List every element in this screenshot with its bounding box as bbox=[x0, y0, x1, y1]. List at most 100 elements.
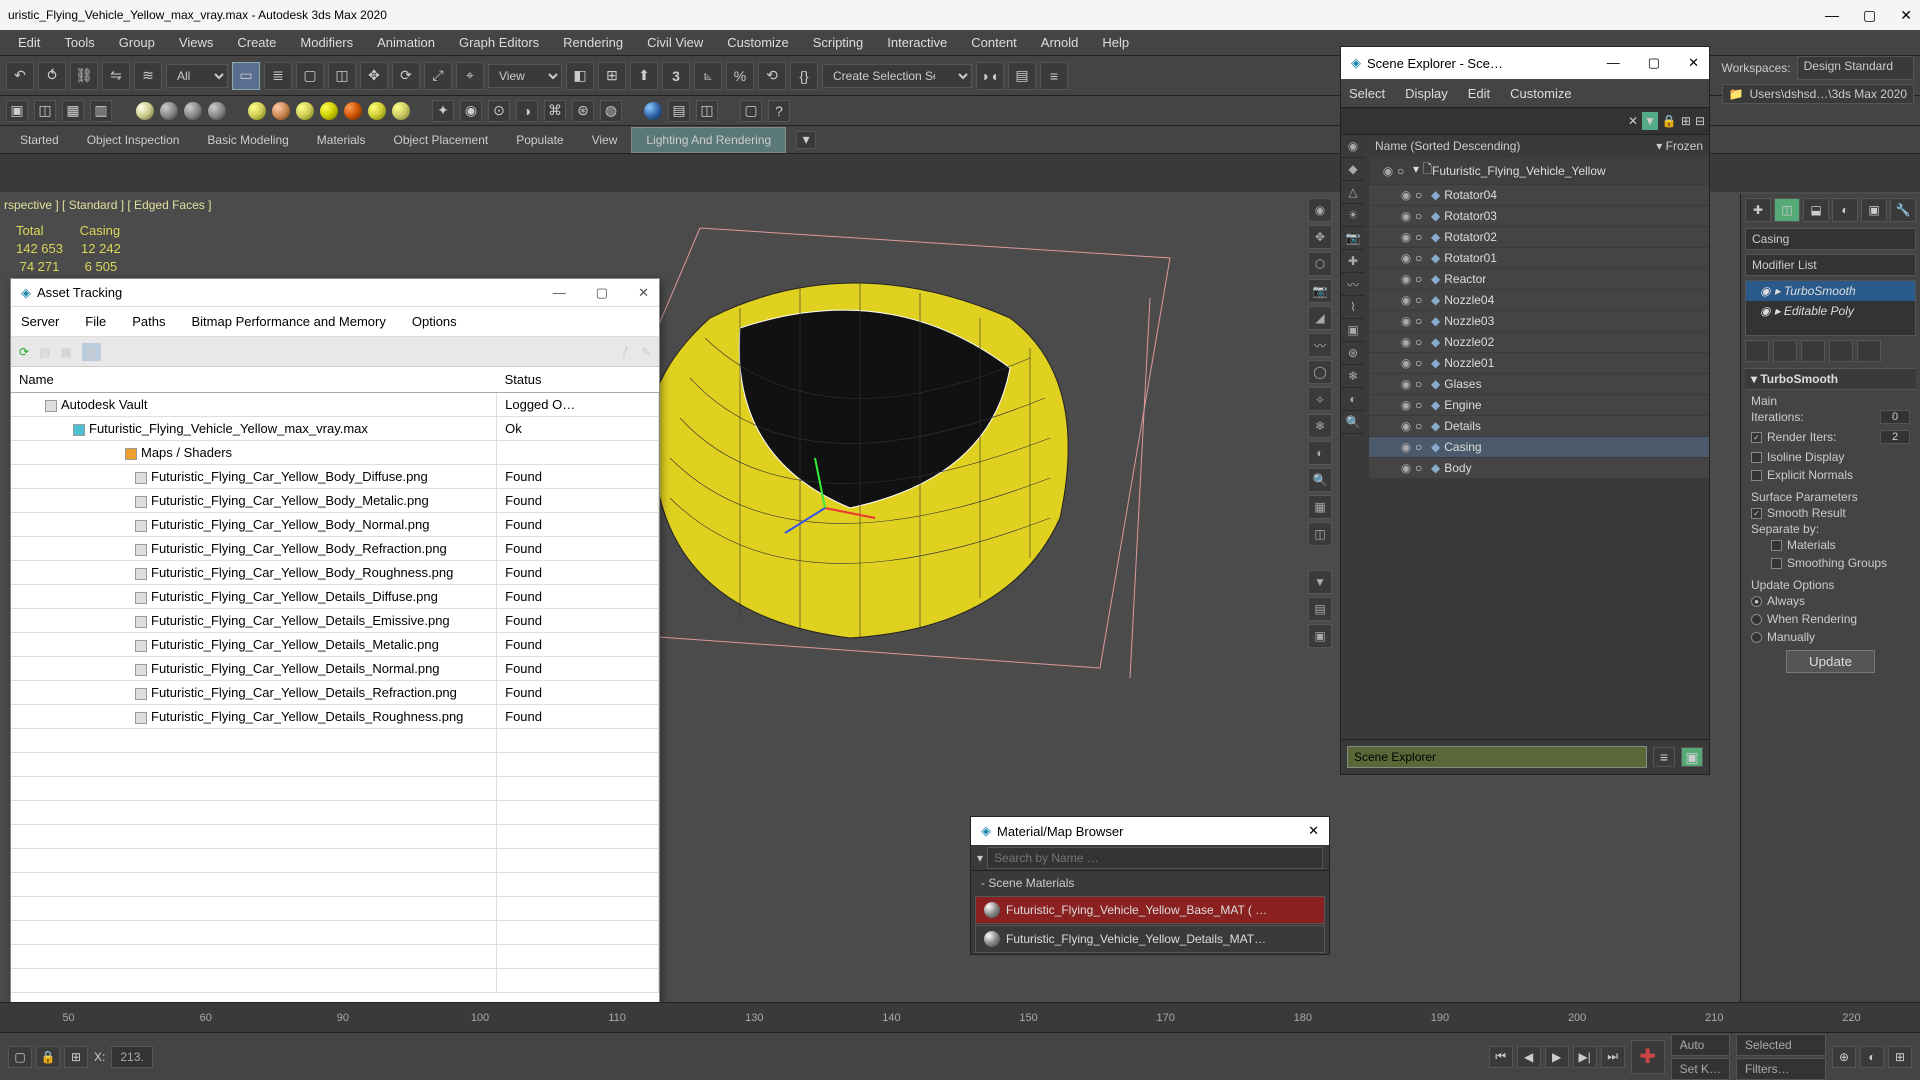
filter-cam-icon[interactable]: 📷 bbox=[1341, 227, 1365, 250]
list-icon[interactable]: ▤ bbox=[39, 345, 50, 359]
scene-item[interactable]: ◉○◆Details bbox=[1369, 416, 1709, 437]
ribbon-object-inspection[interactable]: Object Inspection bbox=[73, 128, 194, 152]
ribbon-started[interactable]: Started bbox=[6, 128, 73, 152]
make-unique-icon[interactable] bbox=[1801, 340, 1825, 362]
refresh-icon[interactable]: ⟳ bbox=[19, 345, 29, 359]
material-sphere-icon[interactable] bbox=[344, 102, 362, 120]
ribbon-materials[interactable]: Materials bbox=[303, 128, 380, 152]
freeze-icon[interactable]: ○ bbox=[1415, 356, 1431, 370]
menu-animation[interactable]: Animation bbox=[365, 31, 447, 54]
select-object-icon[interactable]: ▭ bbox=[232, 62, 260, 90]
tb2-icon[interactable]: ◍ bbox=[600, 100, 622, 122]
asset-menu-options[interactable]: Options bbox=[412, 314, 457, 329]
freeze-icon[interactable]: ○ bbox=[1415, 230, 1431, 244]
scene-item[interactable]: ◉○◆Rotator01 bbox=[1369, 248, 1709, 269]
filter-space-icon[interactable]: 〰 bbox=[1341, 273, 1365, 296]
visibility-icon[interactable]: ◉ bbox=[1397, 419, 1415, 433]
asset-row[interactable]: Futuristic_Flying_Car_Yellow_Details_Rou… bbox=[11, 705, 659, 729]
vp-tool-icon[interactable]: ◉ bbox=[1308, 198, 1332, 222]
modifier-list-drop[interactable]: Modifier List bbox=[1745, 254, 1916, 276]
minimize-icon[interactable]: — bbox=[553, 285, 566, 301]
vp-tool-icon[interactable]: ▣ bbox=[1308, 624, 1332, 648]
freeze-icon[interactable]: ○ bbox=[1415, 314, 1431, 328]
manip-icon[interactable]: ⊞ bbox=[598, 62, 626, 90]
clear-icon[interactable]: ✕ bbox=[1628, 114, 1638, 128]
timeline[interactable]: 506090100110130140150170180190200210220 bbox=[0, 1002, 1920, 1032]
filter-find-icon[interactable]: 🔍 bbox=[1341, 411, 1365, 434]
menu-group[interactable]: Group bbox=[107, 31, 167, 54]
col-status[interactable]: Status bbox=[497, 367, 659, 393]
snap-toggle-icon[interactable]: 3 bbox=[662, 62, 690, 90]
scene-item[interactable]: ◉○◆Nozzle04 bbox=[1369, 290, 1709, 311]
keymode-icon[interactable]: ⬆ bbox=[630, 62, 658, 90]
scene-item[interactable]: ◉○◆Nozzle03 bbox=[1369, 311, 1709, 332]
freeze-icon[interactable]: ○ bbox=[1415, 209, 1431, 223]
asset-row[interactable]: Futuristic_Flying_Car_Yellow_Body_Refrac… bbox=[11, 537, 659, 561]
table-icon[interactable]: ▥ bbox=[82, 343, 101, 361]
tb2-icon[interactable]: ✦ bbox=[432, 100, 454, 122]
hierarchy-tab-icon[interactable]: ⬓ bbox=[1803, 198, 1829, 222]
scene-menu-customize[interactable]: Customize bbox=[1510, 86, 1571, 101]
selection-filter-drop[interactable]: All bbox=[166, 64, 228, 88]
close-icon[interactable]: ✕ bbox=[1900, 7, 1912, 24]
menu-modifiers[interactable]: Modifiers bbox=[288, 31, 365, 54]
goto-end-icon[interactable]: ⏭ bbox=[1601, 1046, 1625, 1068]
scene-item[interactable]: ◉○◆Engine bbox=[1369, 395, 1709, 416]
render-iters-input[interactable] bbox=[1880, 430, 1910, 444]
vp-tool-icon[interactable]: ◐ bbox=[1308, 441, 1332, 465]
ribbon-lighting-and-rendering[interactable]: Lighting And Rendering bbox=[631, 127, 786, 153]
bind-icon[interactable]: ≋ bbox=[134, 62, 162, 90]
tb2-icon[interactable]: ⊙ bbox=[488, 100, 510, 122]
close-icon[interactable]: ✕ bbox=[1688, 55, 1699, 71]
mat-search-input[interactable] bbox=[987, 847, 1323, 869]
play-icon[interactable]: ▶ bbox=[1545, 1046, 1569, 1068]
menu-arnold[interactable]: Arnold bbox=[1029, 31, 1091, 54]
menu-help[interactable]: Help bbox=[1090, 31, 1141, 54]
align-icon[interactable]: ▤ bbox=[1008, 62, 1036, 90]
minimize-icon[interactable]: — bbox=[1607, 55, 1620, 71]
tb2-icon[interactable]: ▦ bbox=[62, 100, 84, 122]
nav-icon[interactable]: ◐ bbox=[1860, 1046, 1884, 1068]
asset-menu-paths[interactable]: Paths bbox=[132, 314, 165, 329]
vp-tool-icon[interactable]: ❄ bbox=[1308, 414, 1332, 438]
asset-row[interactable]: Futuristic_Flying_Car_Yellow_Details_Nor… bbox=[11, 657, 659, 681]
ribbon-min-icon[interactable]: ▾ bbox=[796, 131, 816, 149]
asset-row[interactable]: Futuristic_Flying_Car_Yellow_Details_Dif… bbox=[11, 585, 659, 609]
scene-item[interactable]: ◉○◆Nozzle02 bbox=[1369, 332, 1709, 353]
freeze-icon[interactable]: ○ bbox=[1415, 272, 1431, 286]
close-icon[interactable]: ✕ bbox=[1308, 823, 1319, 839]
menu-content[interactable]: Content bbox=[959, 31, 1029, 54]
materials-check[interactable] bbox=[1771, 540, 1782, 551]
asset-row[interactable]: Futuristic_Flying_Car_Yellow_Body_Diffus… bbox=[11, 465, 659, 489]
always-radio[interactable]: ● bbox=[1751, 596, 1762, 607]
menu-customize[interactable]: Customize bbox=[715, 31, 800, 54]
visibility-icon[interactable]: ◉ bbox=[1397, 335, 1415, 349]
menu-tools[interactable]: Tools bbox=[52, 31, 106, 54]
scene-root[interactable]: ◉ ○ ▾ 🗋 Futuristic_Flying_Vehicle_Yellow bbox=[1369, 157, 1709, 185]
utilities-tab-icon[interactable]: 🔧 bbox=[1890, 198, 1916, 222]
viewport-label[interactable]: rspective ] [ Standard ] [ Edged Faces ] bbox=[4, 198, 211, 212]
freeze-icon[interactable]: ○ bbox=[1397, 164, 1413, 178]
info-icon[interactable]: ✎ bbox=[641, 345, 651, 359]
scene-search-input[interactable] bbox=[1345, 110, 1624, 132]
visibility-icon[interactable]: ◉ bbox=[1397, 461, 1415, 475]
visibility-icon[interactable]: ◉ bbox=[1397, 230, 1415, 244]
scene-footer-input[interactable] bbox=[1347, 746, 1647, 768]
nav-icon[interactable]: ⊞ bbox=[1888, 1046, 1912, 1068]
filter-shape-icon[interactable]: △ bbox=[1341, 181, 1365, 204]
tb2-icon[interactable]: ◑ bbox=[516, 100, 538, 122]
manually-radio[interactable] bbox=[1751, 632, 1762, 643]
visibility-icon[interactable]: ◉ bbox=[1397, 272, 1415, 286]
edit-named-sel-icon[interactable]: {} bbox=[790, 62, 818, 90]
x-field[interactable]: 213. bbox=[111, 1046, 152, 1068]
asset-row[interactable]: Maps / Shaders bbox=[11, 441, 659, 465]
render-icon[interactable] bbox=[644, 102, 662, 120]
freeze-icon[interactable]: ○ bbox=[1415, 377, 1431, 391]
visibility-icon[interactable]: ◉ bbox=[1397, 314, 1415, 328]
help-icon[interactable]: ? bbox=[768, 100, 790, 122]
material-sphere-icon[interactable] bbox=[392, 102, 410, 120]
freeze-icon[interactable]: ○ bbox=[1415, 251, 1431, 265]
collapse-icon[interactable]: ⊟ bbox=[1695, 114, 1705, 128]
iterations-input[interactable] bbox=[1880, 410, 1910, 424]
menu-interactive[interactable]: Interactive bbox=[875, 31, 959, 54]
